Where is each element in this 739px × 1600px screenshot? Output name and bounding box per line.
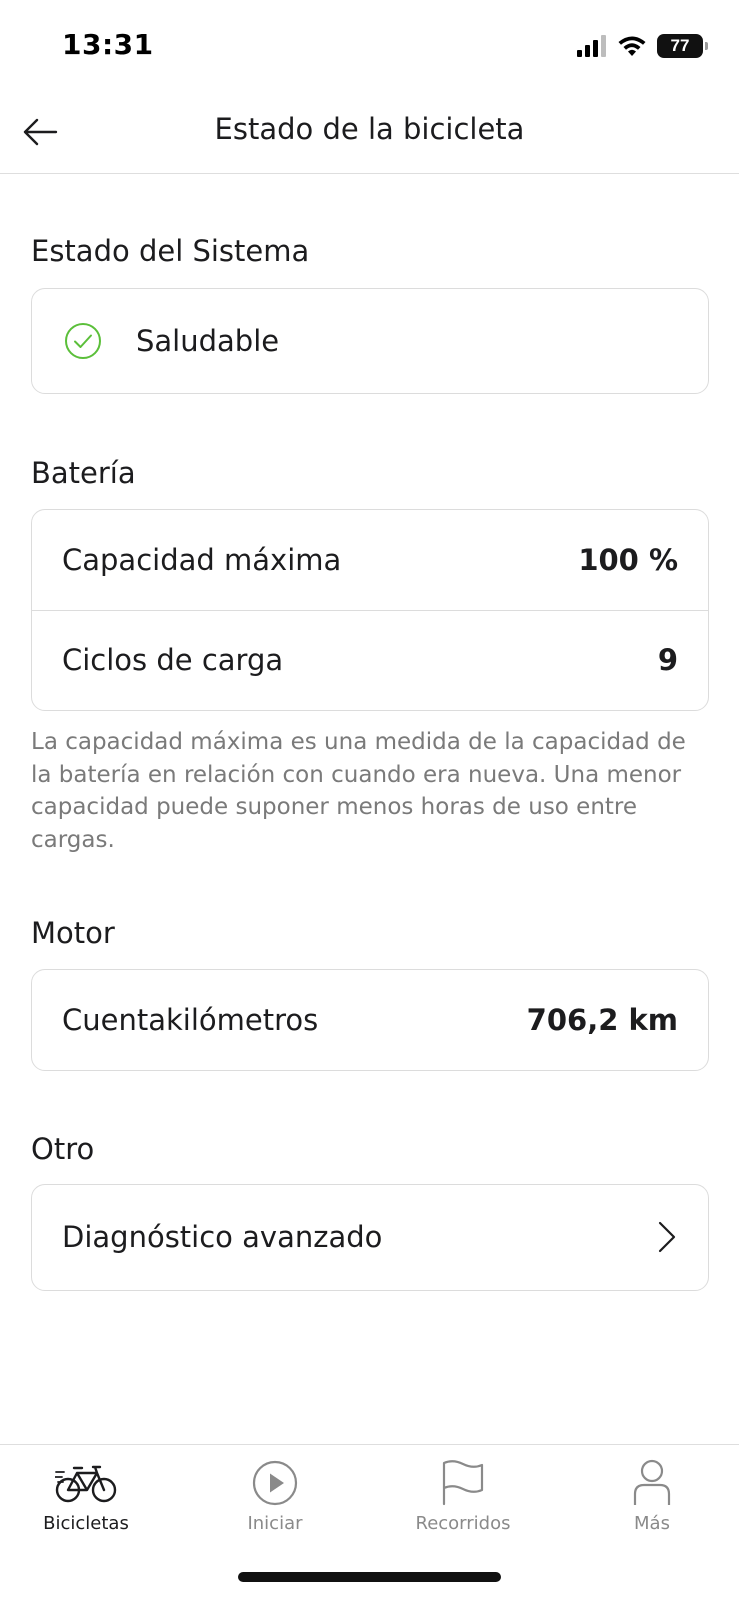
battery-cycles-value: 9 xyxy=(657,643,678,677)
tab-label-bicicletas: Bicicletas xyxy=(43,1513,129,1534)
home-indicator xyxy=(238,1572,501,1582)
bicycle-icon xyxy=(55,1465,117,1503)
tab-recorridos[interactable]: Recorridos xyxy=(388,1455,538,1545)
advanced-diagnostics-row[interactable]: Diagnóstico avanzado xyxy=(32,1185,708,1289)
odometer-row: Cuentakilómetros 706,2 km xyxy=(32,970,708,1069)
system-status-card: Saludable xyxy=(31,288,709,394)
tab-label-mas: Más xyxy=(634,1513,670,1534)
battery-icon: 77 xyxy=(657,34,708,58)
battery-note: La capacidad máxima es una medida de la … xyxy=(31,729,686,853)
system-status-row: Saludable xyxy=(32,289,708,392)
system-section-title: Estado del Sistema xyxy=(31,234,310,268)
battery-capacity-value: 100 % xyxy=(578,543,678,577)
status-time: 13:31 xyxy=(62,28,154,61)
play-circle-icon xyxy=(252,1460,298,1506)
battery-capacity-label: Capacidad máxima xyxy=(62,543,342,577)
odometer-label: Cuentakilómetros xyxy=(62,1002,319,1037)
other-section-title: Otro xyxy=(31,1132,95,1166)
page-title: Estado de la bicicleta xyxy=(214,112,525,146)
person-icon xyxy=(633,1459,671,1505)
wifi-icon xyxy=(618,36,646,56)
cellular-signal-icon xyxy=(577,35,606,57)
check-circle-icon xyxy=(65,322,101,359)
motor-card: Cuentakilómetros 706,2 km xyxy=(31,969,709,1071)
odometer-value: 706,2 km xyxy=(526,1002,678,1037)
advanced-diagnostics-label: Diagnóstico avanzado xyxy=(62,1220,383,1254)
battery-capacity-row: Capacidad máxima 100 % xyxy=(32,510,708,610)
motor-section-title: Motor xyxy=(31,916,115,950)
system-status-label: Saludable xyxy=(136,323,280,358)
tab-bicicletas[interactable]: Bicicletas xyxy=(11,1455,161,1545)
other-card: Diagnóstico avanzado xyxy=(31,1184,709,1291)
battery-cycles-label: Ciclos de carga xyxy=(62,643,284,677)
battery-level: 77 xyxy=(670,36,690,55)
battery-section-title: Batería xyxy=(31,456,136,490)
tab-iniciar[interactable]: Iniciar xyxy=(200,1455,350,1545)
status-icons: 77 xyxy=(577,34,708,58)
tab-mas[interactable]: Más xyxy=(577,1455,727,1545)
flag-icon xyxy=(442,1460,484,1506)
top-header: Estado de la bicicleta xyxy=(0,96,739,174)
status-bar: 13:31 77 xyxy=(0,0,739,96)
chevron-right-icon xyxy=(658,1221,676,1253)
battery-cycles-row: Ciclos de carga 9 xyxy=(32,610,708,709)
tab-label-iniciar: Iniciar xyxy=(247,1513,303,1534)
battery-card: Capacidad máxima 100 % Ciclos de carga 9 xyxy=(31,509,709,711)
tab-label-recorridos: Recorridos xyxy=(415,1513,511,1534)
